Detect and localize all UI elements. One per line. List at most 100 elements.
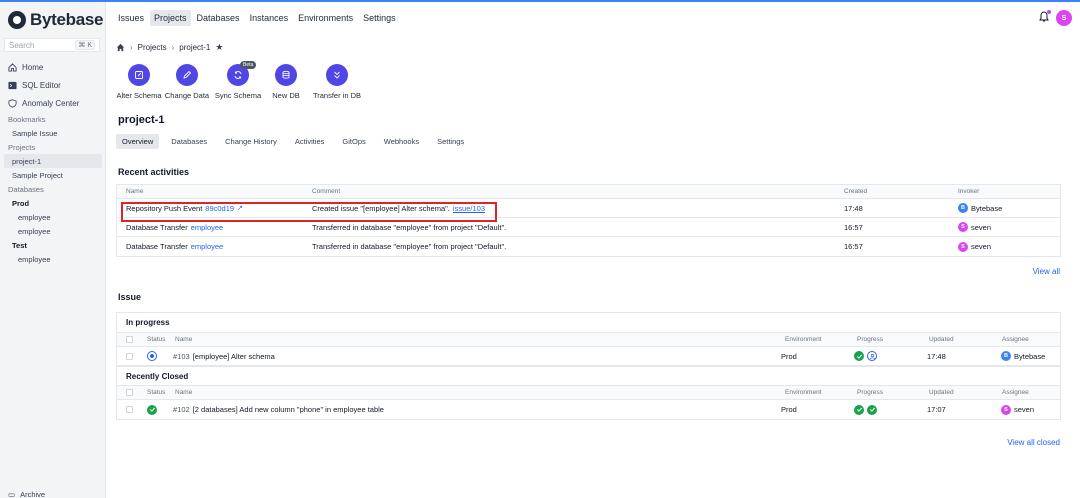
issue-title: [employee] Alter schema	[192, 351, 275, 361]
issue-progress	[854, 404, 877, 415]
main-content: › Projects › project-1 ★ Alter Schema Ch…	[106, 34, 1080, 498]
sidebar-db-item[interactable]: employee	[0, 252, 106, 266]
column-header: Name	[126, 188, 144, 195]
chevron-right-icon: ›	[171, 43, 175, 52]
nav-databases[interactable]: Databases	[193, 10, 244, 26]
avatar: S	[1001, 404, 1011, 415]
column-header: Assignee	[1002, 336, 1029, 343]
projects-heading: Projects	[8, 142, 36, 152]
invoker-name: seven	[971, 242, 992, 251]
assignee: S seven	[1001, 404, 1034, 415]
select-all-checkbox[interactable]	[126, 389, 133, 396]
tab-activities[interactable]: Activities	[289, 134, 331, 149]
column-header: Status	[147, 389, 166, 396]
invoker-name: Bytebase	[971, 203, 1003, 213]
issue-section-title: Issue	[118, 292, 142, 302]
sidebar-db-item[interactable]: employee	[0, 210, 106, 224]
issue-link[interactable]: issue/103	[453, 204, 485, 213]
db-group-test: Test	[12, 240, 27, 250]
comment-text: Created issue "[employee] Alter schema".	[312, 203, 450, 213]
sidebar-item-sql-editor[interactable]: SQL Editor	[0, 76, 106, 94]
sync-schema-action[interactable]: Beta Sync Schema	[212, 61, 264, 100]
databases-heading: Databases	[8, 184, 44, 194]
tab-overview[interactable]: Overview	[116, 134, 160, 149]
table-row[interactable]: Database Transfer employee Transferred i…	[117, 237, 1060, 256]
logo[interactable]: Bytebase	[8, 10, 104, 30]
nav-projects[interactable]: Projects	[150, 10, 191, 26]
transfer-in-db-action[interactable]: Transfer in DB	[308, 64, 366, 100]
avatar: S	[958, 222, 968, 232]
tab-change-history[interactable]: Change History	[219, 134, 283, 149]
issue-name[interactable]: #103 [employee] Alter schema	[173, 352, 275, 361]
pencil-icon	[176, 64, 198, 86]
select-all-checkbox[interactable]	[126, 336, 133, 343]
sidebar-nav: Home SQL Editor Anomaly Center Bookmarks…	[0, 58, 106, 266]
external-link-icon: ↗	[237, 205, 243, 212]
column-header: Name	[175, 389, 193, 396]
column-header: Invoker	[958, 188, 980, 195]
bookmark-sample-issue[interactable]: Sample Issue	[0, 126, 106, 140]
view-all-closed-link[interactable]: View all closed	[1007, 438, 1060, 447]
tab-settings[interactable]: Settings	[431, 134, 470, 149]
check-icon	[867, 404, 877, 415]
commit-link[interactable]: 89c0d19	[205, 204, 234, 213]
activity-type: Repository Push Event	[126, 203, 203, 213]
issue-environment: Prod	[781, 351, 797, 361]
view-all-link[interactable]: View all	[1033, 267, 1060, 276]
issue-id: #103	[173, 351, 190, 361]
table-row[interactable]: #102 [2 databases] Add new column "phone…	[117, 400, 1060, 419]
user-avatar[interactable]: S	[1056, 10, 1072, 26]
database-link[interactable]: employee	[191, 242, 224, 251]
change-data-action[interactable]: Change Data	[162, 64, 212, 100]
invoker-name: seven	[971, 222, 992, 232]
created-time: 17:48	[844, 203, 863, 213]
activity-comment: Transferred in database "employee" from …	[312, 222, 507, 232]
sidebar-project-1[interactable]: project-1	[4, 154, 102, 168]
issues-table: In progress Status Name Environment Prog…	[116, 312, 1061, 420]
issue-updated: 17:48	[927, 351, 946, 361]
column-header: Comment	[312, 188, 341, 195]
tab-gitops[interactable]: GitOps	[336, 134, 371, 149]
column-header: Environment	[785, 336, 822, 343]
database-icon	[275, 64, 297, 86]
sidebar-db-item[interactable]: employee	[0, 224, 106, 238]
sidebar-item-anomaly-center[interactable]: Anomaly Center	[0, 94, 106, 112]
home-icon[interactable]	[116, 43, 125, 52]
search-input[interactable]: Search ⌘ K	[4, 38, 100, 52]
issue-title: [2 databases] Add new column "phone" in …	[192, 405, 384, 414]
search-placeholder: Search	[9, 40, 35, 50]
star-icon[interactable]: ★	[215, 42, 223, 53]
breadcrumb-projects[interactable]: Projects	[138, 43, 167, 52]
avatar: B	[1001, 351, 1011, 361]
table-row[interactable]: Database Transfer employee Transferred i…	[117, 218, 1060, 237]
tab-databases[interactable]: Databases	[165, 134, 213, 149]
nav-instances[interactable]: Instances	[246, 10, 293, 26]
search-shortcut: ⌘ K	[75, 40, 95, 50]
beta-badge: Beta	[240, 61, 257, 69]
alter-schema-action[interactable]: Alter Schema	[116, 64, 162, 100]
table-row[interactable]: Repository Push Event 89c0d19 ↗ Created …	[117, 199, 1060, 218]
issue-id: #102	[173, 405, 190, 414]
check-icon	[854, 351, 864, 361]
invoker: S seven	[958, 222, 991, 232]
sidebar-item-home[interactable]: Home	[0, 58, 106, 76]
nav-environments[interactable]: Environments	[294, 10, 357, 26]
recent-activities-title: Recent activities	[118, 167, 190, 177]
invoker: S seven	[958, 241, 992, 252]
tab-webhooks[interactable]: Webhooks	[378, 134, 425, 149]
action-label: Sync Schema	[214, 91, 262, 100]
nav-settings[interactable]: Settings	[359, 10, 400, 26]
nav-issues[interactable]: Issues	[114, 10, 148, 26]
archive-link[interactable]: ▭ Archive	[8, 490, 45, 498]
sidebar-sample-project[interactable]: Sample Project	[0, 168, 106, 182]
row-checkbox[interactable]	[126, 406, 133, 413]
column-header: Progress	[857, 389, 884, 396]
edit-icon	[128, 64, 150, 86]
table-header: Status Name Environment Progress Updated…	[117, 386, 1060, 400]
row-checkbox[interactable]	[126, 352, 133, 360]
issue-name[interactable]: #102 [2 databases] Add new column "phone…	[173, 405, 384, 414]
column-header: Name	[175, 336, 193, 343]
table-row[interactable]: #103 [employee] Alter schema Prod 17:48 …	[117, 347, 1060, 366]
new-db-action[interactable]: New DB	[264, 64, 308, 100]
database-link[interactable]: employee	[191, 223, 224, 232]
